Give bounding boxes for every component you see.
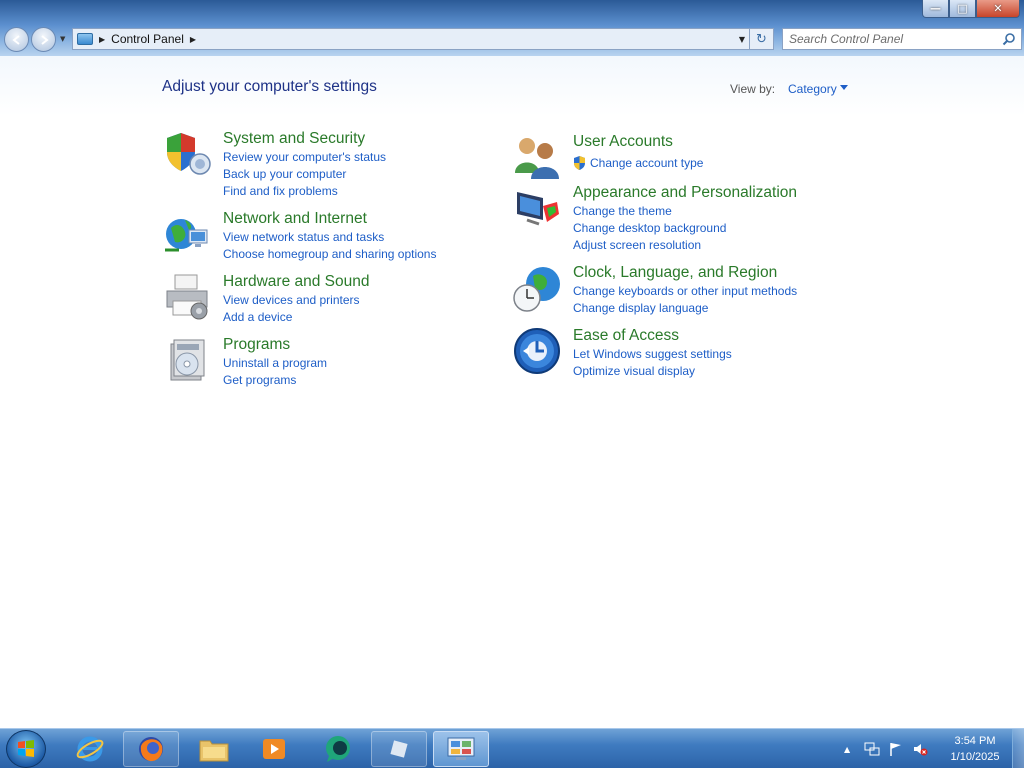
task-link[interactable]: Let Windows suggest settings <box>573 347 732 361</box>
minimize-icon: — <box>930 2 941 15</box>
windows-logo-icon <box>18 740 34 757</box>
app-icon <box>390 740 408 758</box>
taskbar-firefox[interactable] <box>123 731 179 767</box>
category-user-accounts: User Accounts Change account type <box>513 133 853 179</box>
category-network-internet: Network and Internet View network status… <box>163 210 483 266</box>
taskbar-media-player[interactable] <box>246 731 302 767</box>
back-arrow-icon <box>11 34 20 45</box>
refresh-button[interactable]: ↻ <box>749 29 773 49</box>
firefox-icon <box>139 737 163 762</box>
task-link[interactable]: Change account type <box>590 156 703 170</box>
taskbar-app[interactable] <box>371 731 427 767</box>
search-box[interactable] <box>782 28 1022 50</box>
category-title-link[interactable]: User Accounts <box>573 133 673 151</box>
ie-icon <box>76 736 104 762</box>
taskbar-internet-explorer[interactable] <box>62 731 118 767</box>
window-controls: — □ ✕ <box>922 0 1020 18</box>
search-icon[interactable] <box>1002 32 1016 46</box>
category-hardware-sound: Hardware and Sound View devices and prin… <box>163 273 483 329</box>
breadcrumb-control-panel[interactable]: Control Panel <box>111 32 184 46</box>
page-title: Adjust your computer's settings <box>162 78 377 95</box>
forward-arrow-icon <box>40 34 49 45</box>
task-link[interactable]: Get programs <box>223 373 296 387</box>
category-appearance-personalization: Appearance and Personalization Change th… <box>513 184 853 254</box>
users-icon[interactable] <box>513 133 561 181</box>
task-link[interactable]: View devices and printers <box>223 293 360 307</box>
clock-date: 1/10/2025 <box>950 751 1000 763</box>
close-button[interactable]: ✕ <box>976 0 1020 18</box>
taskbar-clock[interactable]: 3:54 PM 1/10/2025 <box>940 733 1010 765</box>
category-clock-language-region: Clock, Language, and Region Change keybo… <box>513 264 853 320</box>
show-hidden-icons-icon[interactable]: ▲ <box>844 745 854 754</box>
printer-icon[interactable] <box>163 273 211 321</box>
action-center-flag-icon[interactable] <box>888 741 904 757</box>
search-input[interactable] <box>789 30 999 48</box>
task-link[interactable]: Adjust screen resolution <box>573 238 701 252</box>
network-globe-icon[interactable] <box>163 210 211 258</box>
task-link[interactable]: Change keyboards or other input methods <box>573 284 797 298</box>
address-dropdown-icon[interactable]: ▼ <box>739 35 745 44</box>
category-title-link[interactable]: Programs <box>223 336 290 354</box>
category-title-link[interactable]: Clock, Language, and Region <box>573 264 777 282</box>
taskbar-file-explorer[interactable] <box>186 731 242 767</box>
recent-pages-dropdown[interactable]: ▼ <box>60 35 68 43</box>
close-icon: ✕ <box>993 2 1003 15</box>
category-title-link[interactable]: Hardware and Sound <box>223 273 370 291</box>
task-link[interactable]: Change the theme <box>573 204 672 218</box>
task-link[interactable]: Change desktop background <box>573 221 726 235</box>
folder-icon <box>199 740 229 762</box>
address-bar[interactable]: ▶ Control Panel ▶ ▼ ↻ <box>72 28 774 50</box>
breadcrumb-separator-icon[interactable]: ▶ <box>99 35 105 44</box>
control-panel-icon <box>447 737 475 760</box>
category-title-link[interactable]: Ease of Access <box>573 327 679 345</box>
show-desktop-button[interactable] <box>1012 729 1024 768</box>
back-button[interactable] <box>4 27 29 52</box>
clock-globe-icon[interactable] <box>513 264 561 312</box>
task-link[interactable]: Uninstall a program <box>223 356 327 370</box>
task-link[interactable]: Back up your computer <box>223 167 346 181</box>
taskbar: ▲ 3:54 PM 1/10/2025 <box>0 728 1024 768</box>
monitor-paint-icon[interactable] <box>513 184 561 232</box>
category-title-link[interactable]: Network and Internet <box>223 210 367 228</box>
maximize-icon: □ <box>957 2 968 15</box>
category-programs: Programs Uninstall a program Get program… <box>163 336 483 392</box>
view-by-dropdown[interactable]: Category <box>788 82 837 96</box>
breadcrumb-separator-icon[interactable]: ▶ <box>190 35 196 44</box>
ease-of-access-icon[interactable] <box>513 327 561 375</box>
task-link[interactable]: Optimize visual display <box>573 364 695 378</box>
programs-disc-icon[interactable] <box>163 336 211 384</box>
category-ease-of-access: Ease of Access Let Windows suggest setti… <box>513 327 853 383</box>
category-title-link[interactable]: Appearance and Personalization <box>573 184 797 202</box>
control-panel-icon <box>77 33 93 45</box>
task-link[interactable]: Choose homegroup and sharing options <box>223 247 436 261</box>
volume-muted-icon[interactable] <box>912 741 928 757</box>
media-player-icon <box>263 739 285 759</box>
network-icon[interactable] <box>864 741 880 757</box>
task-link[interactable]: View network status and tasks <box>223 230 384 244</box>
clock-time: 3:54 PM <box>954 735 996 747</box>
taskbar-chat-app[interactable] <box>310 731 366 767</box>
uac-shield-icon <box>574 156 585 170</box>
view-by-label: View by: <box>730 82 776 96</box>
main-content: Adjust your computer's settings View by:… <box>0 56 1024 728</box>
category-title-link[interactable]: System and Security <box>223 130 365 148</box>
chevron-down-icon[interactable] <box>840 85 848 90</box>
task-link[interactable]: Review your computer's status <box>223 150 386 164</box>
start-button[interactable] <box>6 730 46 768</box>
category-system-security: System and Security Review your computer… <box>163 130 483 200</box>
task-link[interactable]: Find and fix problems <box>223 184 338 198</box>
task-link[interactable]: Change display language <box>573 301 708 315</box>
task-link[interactable]: Add a device <box>223 310 292 324</box>
maximize-button[interactable]: □ <box>949 0 976 18</box>
chat-bubble-icon <box>326 736 350 762</box>
forward-button[interactable] <box>31 27 56 52</box>
navigation-buttons <box>4 27 60 52</box>
shield-icon[interactable] <box>163 130 211 178</box>
minimize-button[interactable]: — <box>922 0 949 18</box>
window-titlebar: — □ ✕ ▼ ▶ Control Panel ▶ ▼ ↻ <box>0 0 1024 56</box>
system-tray: ▲ <box>844 729 936 768</box>
taskbar-control-panel[interactable] <box>433 731 489 767</box>
